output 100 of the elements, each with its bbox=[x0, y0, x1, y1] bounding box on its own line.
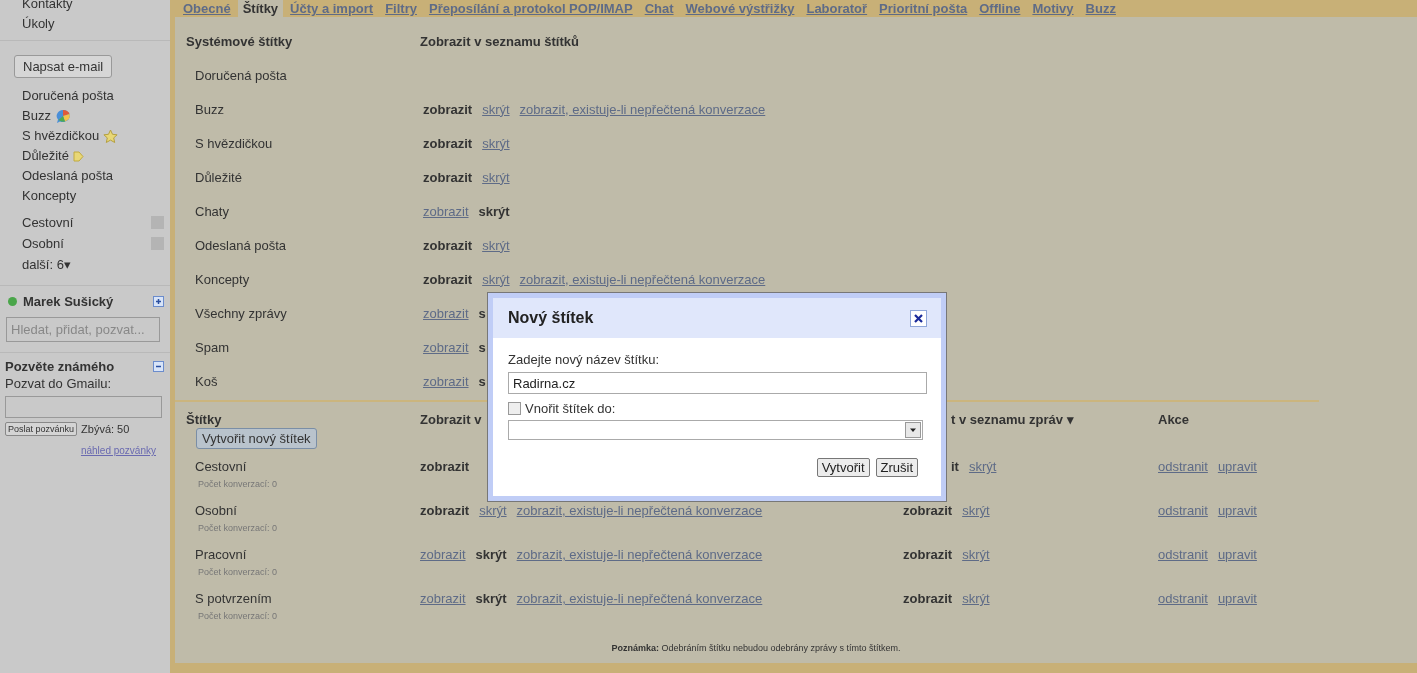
action-link[interactable]: upravit bbox=[1217, 547, 1257, 562]
label-name: Pracovní bbox=[195, 547, 248, 562]
option-link[interactable]: skrýt bbox=[482, 169, 510, 185]
folder-link[interactable]: Koncepty bbox=[22, 187, 77, 205]
send-invite-button[interactable]: Poslat pozvánku bbox=[5, 422, 78, 436]
folder-link[interactable]: Důležité bbox=[22, 147, 69, 165]
folder-link[interactable]: S hvězdičkou bbox=[22, 127, 100, 145]
label-link[interactable]: Cestovní bbox=[22, 213, 74, 232]
option-link[interactable]: skrýt bbox=[968, 459, 997, 474]
create-label-button[interactable]: Vytvořit nový štítek bbox=[196, 428, 317, 449]
option-link[interactable]: zobrazit, existuje-li nepřečtená konverzace bbox=[516, 503, 763, 518]
selected-option: skrýt bbox=[475, 591, 507, 606]
label-link[interactable]: Osobní bbox=[22, 234, 64, 253]
option-link[interactable]: zobrazit, existuje-li nepřečtená konverzace bbox=[519, 271, 766, 287]
action-link[interactable]: odstranit bbox=[1158, 547, 1208, 562]
invite-email-field[interactable] bbox=[5, 396, 162, 418]
more-labels-link[interactable]: další: 6▾ bbox=[22, 255, 71, 274]
selected-option: s bbox=[478, 339, 486, 355]
star-icon[interactable] bbox=[103, 128, 119, 144]
dialog-button[interactable]: Vytvořit bbox=[816, 458, 870, 477]
plus-icon[interactable] bbox=[153, 296, 164, 307]
option-link[interactable]: zobrazit, existuje-li nepřečtená konverzace bbox=[516, 547, 763, 562]
settings-tab[interactable]: Motivy bbox=[1027, 0, 1079, 17]
label-name: Koncepty bbox=[195, 271, 250, 287]
selected-option: zobrazit bbox=[423, 271, 473, 287]
settings-tab[interactable]: Offline bbox=[974, 0, 1026, 17]
field-label: Zadejte nový název štítku: bbox=[508, 352, 661, 367]
option-link[interactable]: zobrazit bbox=[420, 547, 466, 562]
column-header: Akce bbox=[1158, 411, 1190, 427]
speech-bubble-icon bbox=[54, 108, 71, 124]
chat-user-name: Marek Sušický bbox=[23, 294, 115, 309]
settings-tab[interactable]: Přeposílání a protokol POP/IMAP bbox=[423, 0, 638, 17]
selected-option: zobrazit bbox=[420, 503, 470, 518]
conversation-count: Počet konverzací: 0 bbox=[197, 567, 279, 577]
option-link[interactable]: zobrazit bbox=[423, 203, 469, 219]
selected-option: zobrazit bbox=[423, 169, 473, 185]
conversation-count: Počet konverzací: 0 bbox=[197, 611, 279, 621]
selected-option: zobrazit bbox=[420, 459, 470, 474]
sidebar-link[interactable]: Úkoly bbox=[22, 15, 55, 33]
settings-tab[interactable]: Účty a import bbox=[285, 0, 379, 17]
settings-tab[interactable]: Štítky bbox=[237, 0, 284, 17]
column-header: Zobrazit v bbox=[420, 411, 482, 427]
settings-tab[interactable]: Prioritní pošta bbox=[874, 0, 973, 17]
label-name: S potvrzením bbox=[195, 591, 273, 606]
settings-tab[interactable]: Filtry bbox=[380, 0, 422, 17]
conversation-count: Počet konverzací: 0 bbox=[197, 523, 279, 533]
compose-button[interactable]: Napsat e-mail bbox=[14, 55, 113, 78]
dialog-button[interactable]: Zrušit bbox=[875, 458, 918, 477]
close-icon[interactable] bbox=[910, 309, 927, 327]
invite-title: Pozvěte známého bbox=[5, 359, 115, 374]
option-link[interactable]: skrýt bbox=[962, 591, 990, 606]
action-link[interactable]: odstranit bbox=[1158, 459, 1208, 474]
option-link[interactable]: skrýt bbox=[482, 271, 510, 287]
settings-tab[interactable]: Buzz bbox=[1080, 0, 1121, 17]
folder-link[interactable]: Odeslaná pošta bbox=[22, 167, 114, 185]
folder-link[interactable]: Buzz bbox=[22, 107, 51, 125]
minus-icon[interactable] bbox=[153, 361, 164, 372]
option-link[interactable]: skrýt bbox=[482, 237, 510, 253]
option-link[interactable]: zobrazit bbox=[423, 373, 469, 389]
selected-option: s bbox=[478, 373, 486, 389]
action-link[interactable]: odstranit bbox=[1158, 503, 1208, 518]
option-link[interactable]: skrýt bbox=[482, 101, 510, 117]
option-link[interactable]: skrýt bbox=[962, 503, 990, 518]
action-link[interactable]: upravit bbox=[1217, 591, 1257, 606]
selected-option: s bbox=[478, 305, 486, 321]
selected-option: zobrazit bbox=[903, 547, 953, 562]
label-name: Osobní bbox=[195, 503, 238, 518]
label-name-field[interactable]: Radirna.cz bbox=[508, 372, 927, 394]
label-name: Důležité bbox=[195, 169, 242, 185]
label-name: Všechny zprávy bbox=[195, 305, 287, 321]
option-link[interactable]: zobrazit bbox=[420, 591, 466, 606]
selected-option: zobrazit bbox=[903, 503, 953, 518]
selected-option: it bbox=[951, 459, 959, 474]
action-link[interactable]: odstranit bbox=[1158, 591, 1208, 606]
option-link[interactable]: zobrazit, existuje-li nepřečtená konverzace bbox=[519, 101, 766, 117]
settings-tab[interactable]: Webové výstřižky bbox=[680, 0, 800, 17]
option-link[interactable]: skrýt bbox=[962, 547, 990, 562]
selected-option: skrýt bbox=[478, 203, 510, 219]
option-link[interactable]: zobrazit bbox=[423, 339, 469, 355]
note-text: Poznámka: Odebráním štítku nebudou odebrány zprávy s tímto štítkem. bbox=[611, 643, 901, 653]
option-link[interactable]: zobrazit, existuje-li nepřečtená konverzace bbox=[516, 591, 763, 606]
option-link[interactable]: zobrazit bbox=[423, 305, 469, 321]
nest-checkbox[interactable] bbox=[508, 402, 521, 415]
settings-tab[interactable]: Laboratoř bbox=[801, 0, 873, 17]
selected-option: zobrazit bbox=[423, 237, 473, 253]
invite-preview-link[interactable]: náhled pozvánky bbox=[0, 436, 170, 456]
action-link[interactable]: upravit bbox=[1217, 503, 1257, 518]
option-link[interactable]: skrýt bbox=[482, 135, 510, 151]
invite-prompt: Pozvat do Gmailu: bbox=[5, 376, 112, 391]
label-name: Doručená pošta bbox=[195, 67, 287, 83]
selected-option: skrýt bbox=[475, 547, 507, 562]
action-link[interactable]: upravit bbox=[1217, 459, 1257, 474]
settings-tab[interactable]: Obecné bbox=[178, 0, 236, 17]
folder-link[interactable]: Doručená pošta bbox=[22, 87, 114, 105]
selected-option: zobrazit bbox=[423, 135, 473, 151]
settings-tab[interactable]: Chat bbox=[639, 0, 679, 17]
option-link[interactable]: skrýt bbox=[479, 503, 507, 518]
invites-remaining: Zbývá: 50 bbox=[81, 423, 130, 435]
conversation-count: Počet konverzací: 0 bbox=[197, 479, 279, 489]
chat-search-field[interactable]: Hledat, přidat, pozvat... bbox=[6, 317, 160, 342]
